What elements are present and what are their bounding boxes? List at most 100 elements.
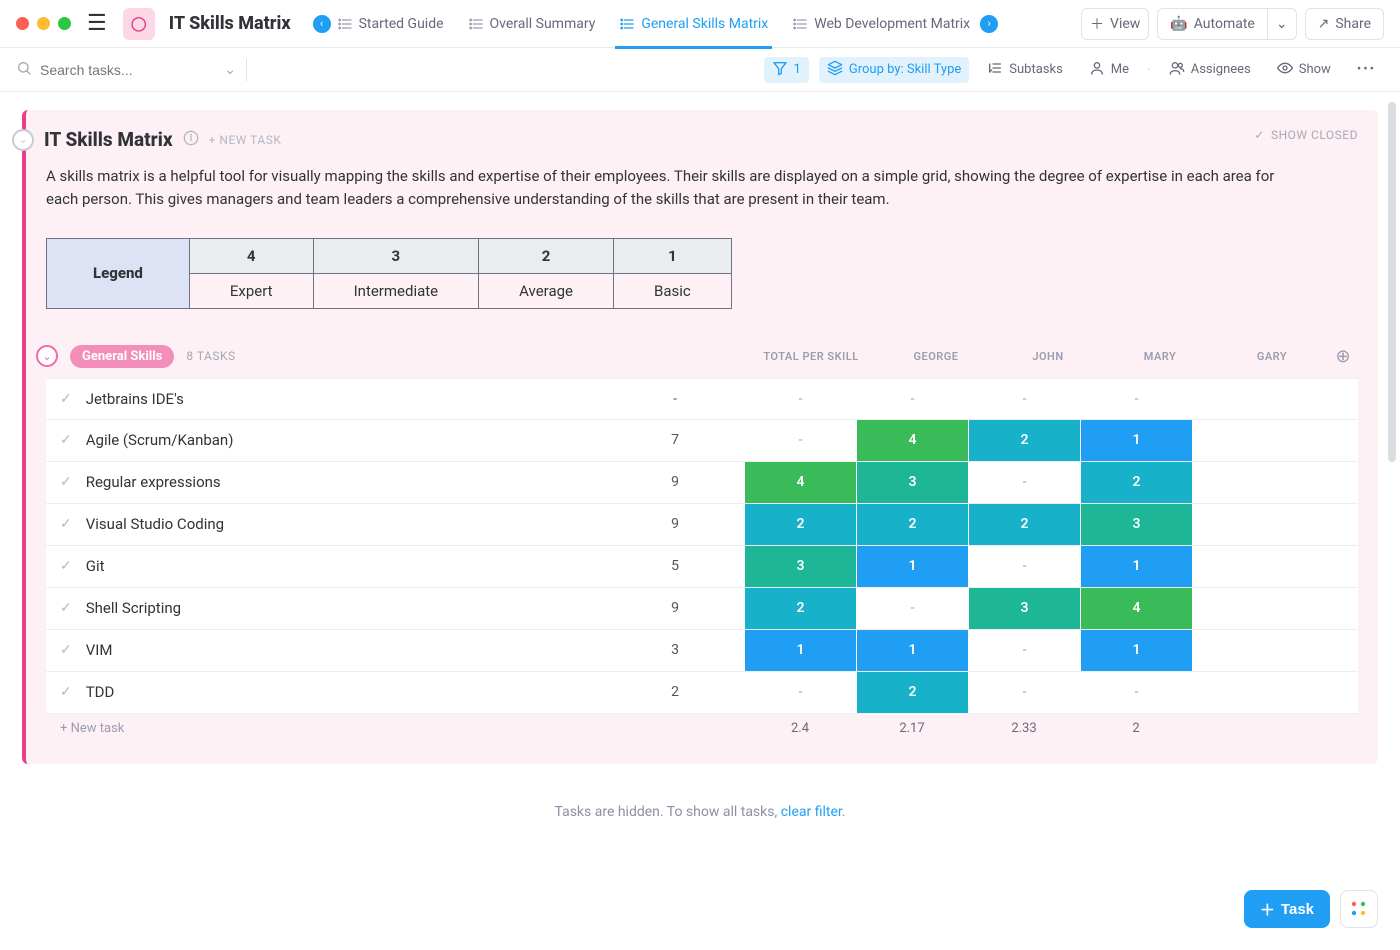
tab-3[interactable]: Web Development Matrix› <box>780 0 1010 48</box>
col-john[interactable]: JOHN <box>992 350 1104 363</box>
search-input[interactable] <box>40 62 190 78</box>
tab-0[interactable]: ‹Started Guide <box>301 0 456 48</box>
maximize-window[interactable] <box>58 17 71 30</box>
skill-cell[interactable]: - <box>744 672 856 713</box>
apps-button[interactable] <box>1340 890 1378 928</box>
task-name[interactable]: Jetbrains IDE's <box>86 390 184 408</box>
col-total[interactable]: TOTAL PER SKILL <box>742 350 880 363</box>
col-george[interactable]: GEORGE <box>880 350 992 363</box>
skill-cell[interactable]: 2 <box>968 420 1080 461</box>
col-mary[interactable]: MARY <box>1104 350 1216 363</box>
cell-total[interactable]: - <box>606 379 744 419</box>
skill-cell[interactable]: - <box>968 672 1080 713</box>
nav-right-icon[interactable]: › <box>980 15 998 33</box>
minimize-window[interactable] <box>37 17 50 30</box>
skill-cell[interactable]: 1 <box>856 630 968 671</box>
new-task-header-button[interactable]: + NEW TASK <box>209 133 282 147</box>
collapse-list-button[interactable]: ⌄ <box>12 129 34 151</box>
automate-menu[interactable]: ⌄ <box>1268 8 1297 40</box>
task-name[interactable]: Visual Studio Coding <box>86 515 224 533</box>
col-gary[interactable]: GARY <box>1216 350 1328 363</box>
filter-button[interactable]: 1 <box>764 57 809 83</box>
task-name[interactable]: VIM <box>86 641 113 659</box>
cell-total[interactable]: 9 <box>606 504 744 545</box>
show-button[interactable]: Show <box>1269 57 1339 83</box>
skill-cell[interactable]: - <box>968 546 1080 587</box>
skill-cell[interactable]: 1 <box>1080 420 1192 461</box>
skill-cell[interactable]: 3 <box>1080 504 1192 545</box>
skill-cell[interactable]: 2 <box>744 504 856 545</box>
skill-cell[interactable]: 1 <box>856 546 968 587</box>
add-view-button[interactable]: ＋ View <box>1081 8 1149 40</box>
tab-1[interactable]: Overall Summary <box>456 0 608 48</box>
task-row[interactable]: ✓VIM311-1 <box>46 630 1358 672</box>
scrollbar-thumb[interactable] <box>1388 102 1396 462</box>
clear-filter-link[interactable]: clear filter <box>781 804 842 820</box>
skill-cell[interactable]: - <box>744 420 856 461</box>
info-icon[interactable] <box>183 130 199 150</box>
skill-cell[interactable]: - <box>856 379 968 419</box>
task-name[interactable]: Agile (Scrum/Kanban) <box>86 431 234 449</box>
collapse-group-button[interactable]: ⌄ <box>36 345 58 367</box>
task-row[interactable]: ✓Visual Studio Coding92223 <box>46 504 1358 546</box>
me-button[interactable]: Me <box>1081 57 1137 83</box>
chevron-down-icon[interactable]: ⌄ <box>224 62 236 78</box>
tab-2[interactable]: General Skills Matrix <box>607 0 780 48</box>
group-name-pill[interactable]: General Skills <box>70 345 174 368</box>
task-name[interactable]: Shell Scripting <box>86 599 181 617</box>
cell-total[interactable]: 2 <box>606 672 744 713</box>
more-button[interactable]: ••• <box>1349 57 1384 83</box>
nav-left-icon[interactable]: ‹ <box>313 15 331 33</box>
search-field[interactable]: ⌄ <box>16 60 236 80</box>
create-task-button[interactable]: ＋ Task <box>1244 890 1330 928</box>
skill-cell[interactable]: 4 <box>1080 588 1192 629</box>
task-row[interactable]: ✓Git531-1 <box>46 546 1358 588</box>
task-row[interactable]: ✓Regular expressions943-2 <box>46 462 1358 504</box>
task-name[interactable]: TDD <box>86 683 115 701</box>
skill-cell[interactable]: 3 <box>856 462 968 503</box>
assignees-button[interactable]: Assignees <box>1161 57 1259 83</box>
skill-cell[interactable]: 2 <box>856 672 968 713</box>
cell-total[interactable]: 5 <box>606 546 744 587</box>
skill-cell[interactable]: - <box>968 630 1080 671</box>
skill-cell[interactable]: 1 <box>1080 630 1192 671</box>
cell-total[interactable]: 9 <box>606 462 744 503</box>
scrollbar[interactable] <box>1388 92 1396 852</box>
share-button[interactable]: ↗ Share <box>1305 8 1384 40</box>
close-window[interactable] <box>16 17 29 30</box>
share-label: Share <box>1335 16 1371 32</box>
show-closed-button[interactable]: ✓ SHOW CLOSED <box>1254 128 1358 142</box>
group-by-button[interactable]: Group by: Skill Type <box>819 57 969 83</box>
skill-cell[interactable]: 4 <box>744 462 856 503</box>
task-row[interactable]: ✓Agile (Scrum/Kanban)7-421 <box>46 420 1358 462</box>
skill-cell[interactable]: - <box>856 588 968 629</box>
skill-cell[interactable]: 2 <box>856 504 968 545</box>
skill-cell[interactable]: - <box>1080 672 1192 713</box>
skill-cell[interactable]: 1 <box>744 630 856 671</box>
task-row[interactable]: ✓Shell Scripting92-34 <box>46 588 1358 630</box>
subtasks-button[interactable]: Subtasks <box>979 57 1071 83</box>
cell-total[interactable]: 7 <box>606 420 744 461</box>
cell-total[interactable]: 9 <box>606 588 744 629</box>
task-row[interactable]: ✓Jetbrains IDE's----- <box>46 378 1358 420</box>
automate-button[interactable]: 🤖 Automate <box>1157 8 1268 40</box>
skill-cell[interactable]: 3 <box>968 588 1080 629</box>
task-row[interactable]: ✓TDD2-2-- <box>46 672 1358 714</box>
skill-cell[interactable]: 1 <box>1080 546 1192 587</box>
skill-cell[interactable]: 2 <box>744 588 856 629</box>
task-name[interactable]: Regular expressions <box>86 473 221 491</box>
skill-cell[interactable]: - <box>968 379 1080 419</box>
skill-cell[interactable]: - <box>968 462 1080 503</box>
skill-cell[interactable]: 3 <box>744 546 856 587</box>
skill-cell[interactable]: 2 <box>968 504 1080 545</box>
new-task-row-button[interactable]: + New task <box>46 721 606 736</box>
add-column-button[interactable]: ⊕ <box>1328 346 1358 367</box>
skill-cell[interactable]: 2 <box>1080 462 1192 503</box>
cell-total[interactable]: 3 <box>606 630 744 671</box>
task-name[interactable]: Git <box>86 557 105 575</box>
skill-cell[interactable]: - <box>1080 379 1192 419</box>
skill-cell[interactable]: - <box>744 379 856 419</box>
skill-cell[interactable]: 4 <box>856 420 968 461</box>
workspace-logo[interactable]: ◯ <box>123 8 155 40</box>
menu-icon[interactable]: ☰ <box>87 11 107 36</box>
